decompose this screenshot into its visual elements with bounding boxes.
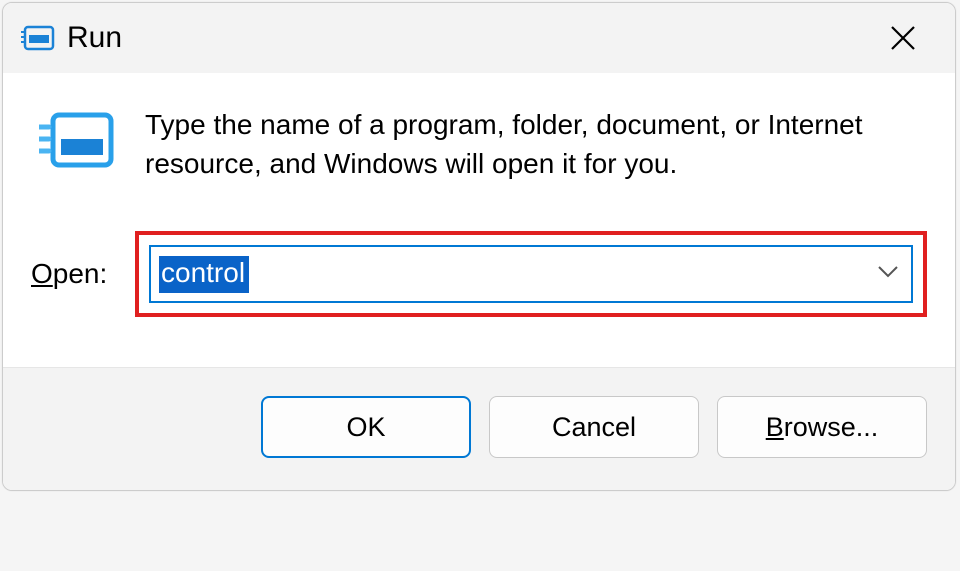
description-row: Type the name of a program, folder, docu… bbox=[31, 105, 927, 183]
titlebar: Run bbox=[3, 3, 955, 73]
ok-button[interactable]: OK bbox=[261, 396, 471, 458]
titlebar-left: Run bbox=[21, 21, 122, 55]
browse-button[interactable]: Browse... bbox=[717, 396, 927, 458]
run-icon-large bbox=[39, 109, 117, 178]
description-text: Type the name of a program, folder, docu… bbox=[145, 105, 907, 183]
ok-button-label: OK bbox=[346, 412, 385, 443]
run-dialog-window: Run Type the name of bbox=[2, 2, 956, 491]
close-button[interactable] bbox=[879, 14, 927, 62]
open-label: Open: bbox=[31, 258, 127, 290]
browse-button-label: Browse... bbox=[766, 412, 879, 443]
chevron-down-icon[interactable] bbox=[877, 265, 899, 284]
close-icon bbox=[890, 25, 916, 51]
open-input-value[interactable]: control bbox=[159, 256, 249, 293]
window-title: Run bbox=[67, 21, 122, 55]
cancel-button-label: Cancel bbox=[552, 412, 636, 443]
cancel-button[interactable]: Cancel bbox=[489, 396, 699, 458]
open-row: Open: control bbox=[31, 231, 927, 317]
open-combobox[interactable]: control bbox=[149, 245, 913, 303]
run-icon-small bbox=[21, 25, 55, 51]
annotation-highlight: control bbox=[135, 231, 927, 317]
dialog-body: Type the name of a program, folder, docu… bbox=[3, 73, 955, 367]
button-bar: OK Cancel Browse... bbox=[3, 367, 955, 490]
